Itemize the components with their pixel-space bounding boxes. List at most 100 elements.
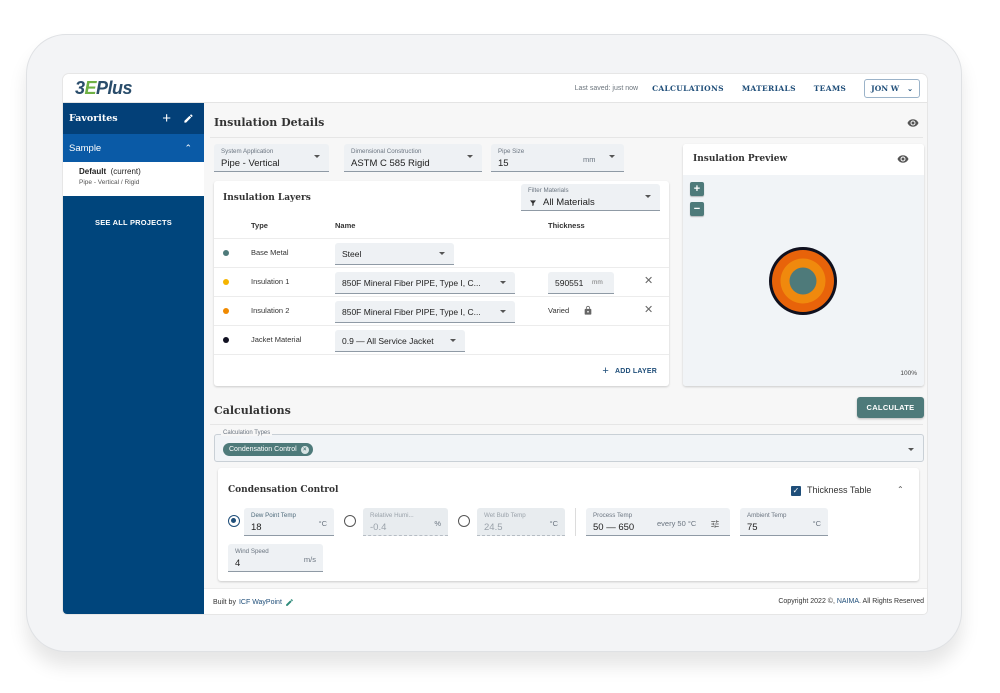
- pencil-icon: [286, 599, 293, 606]
- caret-down-icon: [609, 155, 615, 158]
- eye-icon[interactable]: [897, 153, 909, 165]
- edit-pencil-icon[interactable]: [183, 113, 194, 124]
- add-layer-button[interactable]: + ADD LAYER: [602, 365, 657, 377]
- footer: Built by ICF WayPoint Copyright 2022 ©, …: [204, 588, 927, 614]
- pipe-size-select[interactable]: Pipe Size 15 mm: [491, 144, 624, 172]
- item-subtitle: Pipe - Vertical / Rigid: [79, 179, 140, 186]
- insulation-layers-title: Insulation Layers: [223, 193, 311, 203]
- favorites-title: Favorites: [69, 113, 118, 124]
- user-name: JON W: [871, 83, 900, 93]
- eye-icon[interactable]: [907, 117, 919, 129]
- chip-remove-icon[interactable]: ×: [300, 445, 309, 454]
- dimensional-construction-select[interactable]: Dimensional Construction ASTM C 585 Rigi…: [344, 144, 482, 172]
- column-header-name: Name: [335, 221, 356, 230]
- logo-part: Plus: [96, 77, 133, 98]
- filter-materials-select[interactable]: Filter Materials All Materials: [521, 184, 660, 211]
- preview-canvas[interactable]: + − 100%: [683, 175, 924, 386]
- item-name: Default: [79, 167, 107, 176]
- process-temp-input[interactable]: Process Temp 50 — 650 every 50 °C: [586, 508, 730, 536]
- caret-down-icon: [439, 252, 445, 255]
- divider: [210, 137, 923, 138]
- caret-down-icon: [467, 155, 473, 158]
- field-value: -0.4: [370, 522, 387, 533]
- calculate-button[interactable]: CALCULATE: [857, 397, 924, 418]
- field-label: Process Temp: [593, 512, 633, 519]
- project-name: Sample: [69, 142, 102, 154]
- field-label: Wind Speed: [235, 548, 269, 555]
- field-value: 15: [498, 158, 509, 169]
- favorites-header: Favorites +: [63, 103, 204, 134]
- nav-teams[interactable]: TEAMS: [814, 84, 846, 93]
- divider: [210, 424, 923, 425]
- zoom-level: 100%: [900, 370, 917, 377]
- layer-type: Insulation 2: [251, 306, 290, 315]
- nav-calculations[interactable]: CALCULATIONS: [652, 84, 724, 93]
- layer-type: Jacket Material: [251, 335, 302, 344]
- wet-bulb-radio[interactable]: [458, 515, 470, 527]
- chevron-up-icon[interactable]: ⌃: [897, 485, 904, 494]
- dew-point-input[interactable]: Dew Point Temp 18 °C: [244, 508, 334, 536]
- remove-layer-icon[interactable]: ✕: [644, 303, 653, 316]
- add-layer-label: ADD LAYER: [615, 367, 657, 375]
- field-value: All Materials: [543, 197, 595, 208]
- layer-thickness-input[interactable]: 590551 mm: [548, 272, 614, 294]
- layer-color-dot: [223, 337, 229, 343]
- field-label: Dimensional Construction: [351, 148, 422, 155]
- nav-materials[interactable]: MATERIALS: [742, 84, 796, 93]
- caret-down-icon: [500, 281, 506, 284]
- ambient-temp-input[interactable]: Ambient Temp 75 °C: [740, 508, 828, 536]
- vertical-divider: [575, 508, 576, 536]
- layer-material-value: Steel: [342, 249, 362, 259]
- relative-humidity-input[interactable]: Relative Humi... -0.4 %: [363, 508, 448, 536]
- zoom-in-button[interactable]: +: [690, 182, 704, 196]
- chip-label: Condensation Control: [229, 446, 297, 453]
- layer-material-select[interactable]: 850F Mineral Fiber PIPE, Type I, C...: [335, 301, 515, 323]
- caret-down-icon: [450, 339, 456, 342]
- layer-material-select[interactable]: Steel: [335, 243, 454, 265]
- wet-bulb-input[interactable]: Wet Bulb Temp 24.5 °C: [477, 508, 565, 536]
- condensation-control-card: Condensation Control ✓ Thickness Table ⌃…: [218, 468, 919, 581]
- calculation-types-select[interactable]: Calculation Types Condensation Control ×: [214, 430, 924, 462]
- last-saved-status: Last saved: just now: [574, 84, 639, 92]
- relative-humidity-radio[interactable]: [344, 515, 356, 527]
- field-value: Pipe - Vertical: [221, 158, 280, 169]
- see-all-projects-link[interactable]: SEE ALL PROJECTS: [63, 218, 204, 227]
- field-unit: mm: [583, 155, 596, 164]
- remove-layer-icon[interactable]: ✕: [644, 274, 653, 287]
- layer-material-select[interactable]: 0.9 — All Service Jacket: [335, 330, 465, 352]
- caret-down-icon: [908, 448, 914, 451]
- sidebar-project-sample[interactable]: Sample ⌃: [63, 134, 204, 162]
- thickness-table-label: Thickness Table: [807, 485, 872, 495]
- add-favorite-icon[interactable]: +: [162, 111, 171, 126]
- app-logo[interactable]: 3EPlus: [75, 77, 133, 99]
- sidebar: Favorites + Sample ⌃ Default (current) P…: [63, 103, 204, 614]
- field-unit: %: [434, 519, 441, 528]
- layer-color-dot: [223, 250, 229, 256]
- layer-type: Insulation 1: [251, 277, 290, 286]
- tune-settings-icon[interactable]: [710, 519, 720, 529]
- calc-type-chip[interactable]: Condensation Control ×: [223, 443, 313, 456]
- icf-waypoint-link[interactable]: ICF WayPoint: [239, 599, 282, 606]
- field-unit: °C: [318, 519, 327, 528]
- zoom-out-button[interactable]: −: [690, 202, 704, 216]
- thickness-value: 590551: [555, 278, 584, 288]
- naima-link[interactable]: NAIMA: [837, 598, 859, 605]
- layer-row-insulation-2: Insulation 2 850F Mineral Fiber PIPE, Ty…: [214, 296, 669, 325]
- chevron-up-icon[interactable]: ⌃: [184, 143, 192, 154]
- sidebar-item-default[interactable]: Default (current) Pipe - Vertical / Rigi…: [63, 162, 204, 196]
- built-by-text: Built by: [213, 599, 236, 606]
- user-menu-button[interactable]: JON W ⌄: [864, 78, 920, 98]
- plus-icon: +: [602, 365, 609, 377]
- layer-material-select[interactable]: 850F Mineral Fiber PIPE, Type I, C...: [335, 272, 515, 294]
- system-application-select[interactable]: System Application Pipe - Vertical: [214, 144, 329, 172]
- field-value: ASTM C 585 Rigid: [351, 158, 430, 169]
- dew-point-radio[interactable]: [228, 515, 240, 527]
- layer-color-dot: [223, 279, 229, 285]
- wind-speed-input[interactable]: Wind Speed 4 m/s: [228, 544, 323, 572]
- field-label: Calculation Types: [221, 430, 273, 436]
- field-label: Ambient Temp: [747, 512, 787, 519]
- thickness-table-checkbox[interactable]: ✓: [791, 486, 801, 496]
- column-header-thickness: Thickness: [548, 221, 585, 230]
- preview-header: Insulation Preview: [683, 144, 924, 175]
- field-value: 4: [235, 558, 241, 569]
